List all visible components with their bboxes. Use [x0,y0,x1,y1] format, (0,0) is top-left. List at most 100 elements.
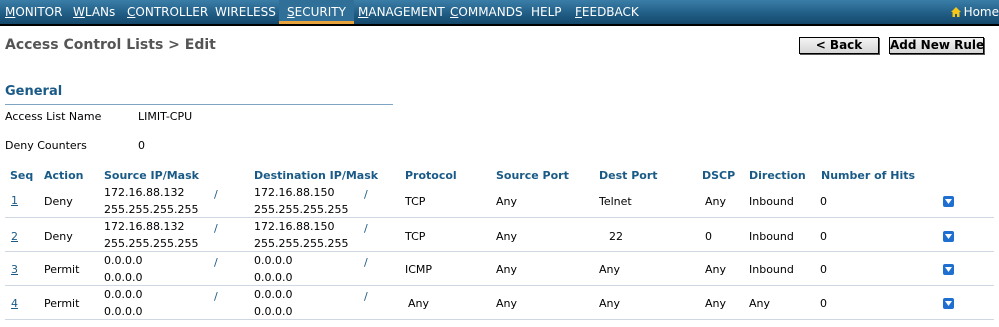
destination-mask-cell: 0.0.0.0 [254,305,293,318]
row-dropdown-icon[interactable] [943,298,954,309]
direction-cell: Any [749,297,771,310]
nav-security-label: ECURITY [294,5,346,19]
source-port-cell: Any [496,263,518,276]
protocol-cell: ICMP [405,263,433,276]
source-mask-cell: 0.0.0.0 [104,305,143,318]
direction-cell: Inbound [749,263,794,276]
col-header-dest-port: Dest Port [599,169,658,182]
source-slash: / [214,290,218,303]
nav-wlans-label: LANs [84,5,116,19]
destination-mask-cell: 255.255.255.255 [254,203,349,216]
action-cell: Deny [44,195,73,208]
action-cell: Permit [44,263,80,276]
dest-port-cell: Telnet [599,195,632,208]
access-list-name-label: Access List Name [5,110,102,123]
seq-link[interactable]: 4 [11,297,18,310]
nav-help[interactable]: HELP [531,0,562,24]
nav-feedback-key: F [575,5,582,19]
dest-port-cell: Any [599,297,621,310]
destination-slash: / [364,188,368,201]
nav-wireless[interactable]: WIRELESS [215,0,276,24]
col-header-source-ip-mask: Source IP/Mask [104,169,199,182]
source-slash: / [214,222,218,235]
nav-feedback-label: EEDBACK [581,5,639,19]
destination-ip-cell: 0.0.0.0 [254,288,293,301]
home-link[interactable]: Home [950,0,999,24]
add-new-rule-button[interactable]: Add New Rule [889,37,984,54]
col-header-dscp: DSCP [702,169,736,182]
source-ip-cell: 172.16.88.132 [104,186,185,199]
protocol-cell: Any [408,297,430,310]
action-cell: Deny [44,230,73,243]
destination-ip-cell: 172.16.88.150 [254,186,335,199]
nav-monitor[interactable]: MONITOR [5,0,62,24]
row-dropdown-icon[interactable] [943,264,954,275]
dscp-cell: 0 [705,230,712,243]
destination-ip-cell: 172.16.88.150 [254,220,335,233]
hits-cell: 0 [820,230,827,243]
nav-security[interactable]: SECURITY [279,0,354,24]
dscp-cell: Any [705,195,727,208]
access-list-name-value: LIMIT-CPU [138,110,193,123]
nav-security-key: S [287,5,295,19]
hits-cell: 0 [820,297,827,310]
col-header-destination-ip-mask: Destination IP/Mask [254,169,379,182]
nav-controller[interactable]: CONTROLLER [127,0,208,24]
nav-monitor-label: ONITOR [15,5,63,19]
source-slash: / [214,188,218,201]
deny-counters-value: 0 [138,139,145,152]
destination-slash: / [364,290,368,303]
source-port-cell: Any [496,297,518,310]
dscp-cell: Any [705,297,727,310]
source-ip-cell: 172.16.88.132 [104,220,185,233]
back-button[interactable]: < Back [799,37,879,54]
nav-wlans[interactable]: WLANs [73,0,115,24]
source-mask-cell: 255.255.255.255 [104,237,199,250]
hits-cell: 0 [820,263,827,276]
source-ip-cell: 0.0.0.0 [104,288,143,301]
nav-commands[interactable]: COMMANDS [450,0,523,24]
seq-link[interactable]: 3 [11,263,18,276]
col-header-direction: Direction [749,169,806,182]
table-row: 3 Permit 0.0.0.0 0.0.0.0 / 0.0.0.0 0.0.0… [5,252,994,286]
general-section-title: General [5,84,63,99]
dest-port-cell: Any [599,263,621,276]
table-row: 1 Deny 172.16.88.132 255.255.255.255 / 1… [5,184,994,218]
deny-counters-label: Deny Counters [5,139,87,152]
destination-slash: / [364,256,368,269]
row-dropdown-icon[interactable] [943,196,954,207]
protocol-cell: TCP [405,230,426,243]
destination-slash: / [364,222,368,235]
seq-link[interactable]: 2 [11,230,18,243]
source-mask-cell: 0.0.0.0 [104,271,143,284]
nav-management-key: M [358,5,369,19]
destination-mask-cell: 255.255.255.255 [254,237,349,250]
home-label: Home [963,5,999,19]
nav-management-label: ANAGEMENT [368,5,445,19]
nav-feedback[interactable]: FEEDBACK [575,0,639,24]
destination-ip-cell: 0.0.0.0 [254,254,293,267]
page-title: Access Control Lists > Edit [5,37,216,53]
nav-controller-label: ONTROLLER [135,5,209,19]
col-header-protocol: Protocol [405,169,457,182]
protocol-cell: TCP [405,195,426,208]
source-ip-cell: 0.0.0.0 [104,254,143,267]
nav-wireless-label: WIRELESS [215,5,276,19]
source-port-cell: Any [496,230,518,243]
table-row: 4 Permit 0.0.0.0 0.0.0.0 / 0.0.0.0 0.0.0… [5,286,994,320]
source-slash: / [214,256,218,269]
dest-port-cell: 22 [609,230,623,243]
nav-wlans-key: W [73,5,85,19]
action-cell: Permit [44,297,80,310]
home-icon [950,1,961,17]
direction-cell: Inbound [749,195,794,208]
source-port-cell: Any [496,195,518,208]
hits-cell: 0 [820,195,827,208]
nav-management[interactable]: MANAGEMENT [358,0,445,24]
col-header-seq: Seq [10,169,34,182]
seq-link[interactable]: 1 [11,194,18,207]
source-mask-cell: 255.255.255.255 [104,203,199,216]
section-divider [5,104,393,105]
destination-mask-cell: 0.0.0.0 [254,271,293,284]
row-dropdown-icon[interactable] [943,231,954,242]
